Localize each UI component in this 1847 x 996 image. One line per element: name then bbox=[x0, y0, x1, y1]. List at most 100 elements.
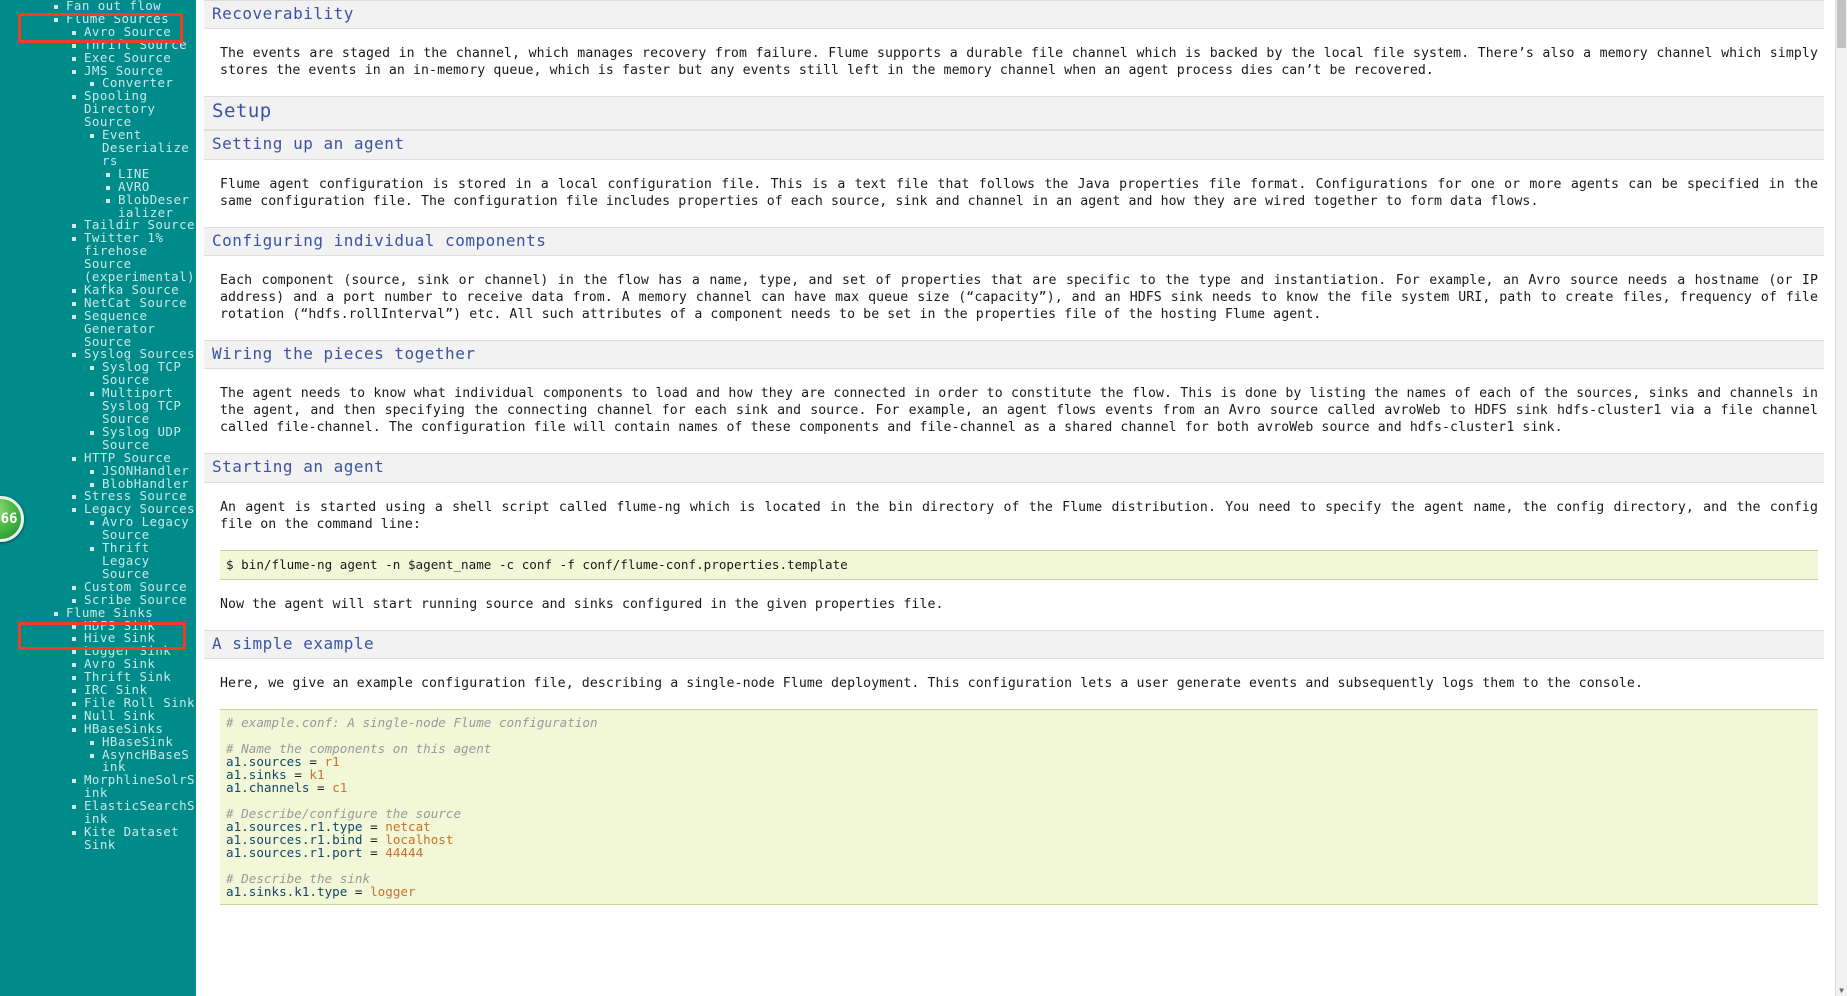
paragraph-setting-up-an-agent: Flume agent configuration is stored in a… bbox=[220, 176, 1818, 209]
content-inner: Recoverability The events are staged in … bbox=[196, 0, 1836, 906]
bullet-icon bbox=[72, 353, 76, 358]
bullet-icon bbox=[54, 5, 58, 9]
main-content: Recoverability The events are staged in … bbox=[196, 0, 1836, 996]
code-config-value: c1 bbox=[332, 780, 348, 796]
vertical-scrollbar[interactable]: ▲ ▼ bbox=[1835, 0, 1847, 996]
scroll-down-arrow-icon[interactable]: ▼ bbox=[1836, 985, 1847, 996]
bullet-icon bbox=[72, 598, 76, 603]
paragraph-wiring-the-pieces-together: The agent needs to know what individual … bbox=[220, 386, 1818, 436]
bullet-icon bbox=[90, 469, 94, 474]
bullet-icon bbox=[106, 185, 110, 190]
sidebar-item-avro-legacy-source[interactable]: Avro Legacy Source bbox=[0, 514, 196, 543]
sidebar-item-event-deserializers[interactable]: Event Deserializers bbox=[0, 127, 196, 168]
bullet-icon bbox=[72, 56, 76, 61]
code-config-value: logger bbox=[370, 884, 416, 900]
bullet-icon bbox=[54, 17, 58, 22]
sidebar-navigation[interactable]: Fan out flow Flume Sources Avro Source Thri… bbox=[0, 0, 196, 996]
code-config-key: a1.channels bbox=[226, 780, 310, 796]
sidebar-item-label: Thrift Legacy Source bbox=[102, 540, 150, 581]
heading-wiring-the-pieces-together: Wiring the pieces together bbox=[204, 340, 1824, 370]
bullet-icon bbox=[72, 689, 76, 694]
code-comment-line: # example.conf: A single-node Flume conf… bbox=[226, 715, 598, 731]
sidebar-item-label: Kite Dataset Sink bbox=[84, 824, 180, 852]
code-config-operator: = bbox=[347, 884, 371, 900]
sidebar-item-syslog-tcp-source[interactable]: Syslog TCP Source bbox=[0, 360, 196, 387]
sidebar-item-blobdeserializer[interactable]: BlobDeserializer bbox=[0, 191, 196, 220]
code-block-start-command[interactable]: $ bin/flume-ng agent -n $agent_name -c c… bbox=[220, 549, 1818, 580]
bullet-icon bbox=[72, 237, 76, 242]
sidebar-item-label: Avro Legacy Source bbox=[102, 514, 190, 543]
sidebar-item-syslog-udp-source[interactable]: Syslog UDP Source bbox=[0, 425, 196, 452]
sidebar-item-label: MorphlineSolrSink bbox=[84, 772, 195, 801]
bullet-icon bbox=[90, 482, 94, 487]
code-config-key: a1.sinks.k1.type bbox=[226, 884, 348, 900]
paragraph-after-start-command: Now the agent will start running source … bbox=[220, 596, 944, 612]
paragraph-configuring-individual-components: Each component (source, sink or channel)… bbox=[220, 273, 1818, 323]
bullet-icon bbox=[72, 624, 76, 629]
sidebar-item-label: Event Deserializers bbox=[102, 127, 190, 168]
bullet-icon bbox=[72, 779, 76, 784]
bullet-icon bbox=[106, 198, 110, 203]
bullet-icon bbox=[90, 430, 94, 435]
heading-a-simple-example: A simple example bbox=[204, 629, 1824, 660]
sidebar-nav-list: Fan out flow Flume Sources Avro Source Thri… bbox=[0, 0, 196, 852]
bullet-icon bbox=[72, 301, 76, 306]
bullet-icon bbox=[72, 650, 76, 655]
sidebar-item-thrift-legacy-source[interactable]: Thrift Legacy Source bbox=[0, 540, 196, 581]
bullet-icon bbox=[54, 611, 58, 616]
scrollbar-thumb[interactable] bbox=[1837, 0, 1846, 48]
bullet-icon bbox=[90, 392, 94, 397]
sidebar-item-label: Twitter 1% firehose Source (experimental… bbox=[84, 230, 195, 285]
code-config-operator: = bbox=[362, 845, 386, 861]
sidebar-item-label: ElasticSearchSink bbox=[84, 798, 195, 827]
bullet-icon bbox=[72, 663, 76, 668]
sidebar-item-elasticsearchsink[interactable]: ElasticSearchSink bbox=[0, 798, 196, 827]
sidebar-item-kite-dataset-sink[interactable]: Kite Dataset Sink bbox=[0, 824, 196, 852]
bullet-icon bbox=[72, 637, 76, 642]
bullet-icon bbox=[72, 95, 76, 100]
sidebar-item-morphlinesolrsink[interactable]: MorphlineSolrSink bbox=[0, 772, 196, 801]
heading-configuring-individual-components: Configuring individual components bbox=[204, 226, 1824, 257]
bullet-icon bbox=[72, 714, 76, 719]
code-config-key: a1.sources.r1.port bbox=[226, 845, 363, 861]
sidebar-item-label: Sequence Generator Source bbox=[84, 307, 156, 349]
bullet-icon bbox=[72, 69, 76, 74]
code-block-example-config[interactable]: # example.conf: A single-node Flume conf… bbox=[220, 709, 1818, 906]
code-config-value: r1 bbox=[324, 754, 340, 770]
sidebar-item-label: AsyncHBaseSink bbox=[102, 746, 190, 775]
bullet-icon bbox=[90, 134, 94, 139]
badge-count-label: 66 bbox=[0, 511, 18, 527]
bullet-icon bbox=[72, 314, 76, 319]
bullet-icon bbox=[72, 288, 76, 293]
bullet-icon bbox=[90, 82, 94, 87]
bullet-icon bbox=[72, 43, 76, 48]
sidebar-item-line[interactable]: LINE bbox=[0, 167, 196, 181]
heading-recoverability: Recoverability bbox=[204, 0, 1824, 30]
sidebar-item-sequence-generator-source[interactable]: Sequence Generator Source bbox=[0, 307, 196, 349]
sidebar-item-asynchbasesink[interactable]: AsyncHBaseSink bbox=[0, 746, 196, 775]
bullet-icon bbox=[90, 521, 94, 526]
sidebar-item-spooling-directory-source[interactable]: Spooling Directory Source bbox=[0, 88, 196, 130]
bullet-icon bbox=[72, 30, 76, 35]
bullet-icon bbox=[72, 456, 76, 461]
sidebar-item-label: BlobDeserializer bbox=[118, 191, 190, 220]
bullet-icon bbox=[90, 547, 94, 552]
code-config-operator: = bbox=[309, 780, 333, 796]
bullet-icon bbox=[90, 753, 94, 758]
paragraph-recoverability: The events are staged in the channel, wh… bbox=[220, 46, 1818, 79]
paragraph-a-simple-example: Here, we give an example configuration f… bbox=[220, 676, 1643, 692]
bullet-icon bbox=[72, 831, 76, 835]
bullet-icon bbox=[72, 676, 76, 681]
sidebar-item-multiport-syslog-tcp-source[interactable]: Multiport Syslog TCP Source bbox=[0, 386, 196, 426]
page-root: Fan out flow Flume Sources Avro Source Thri… bbox=[0, 0, 1847, 996]
bullet-icon bbox=[72, 805, 76, 810]
bullet-icon bbox=[72, 508, 76, 513]
sidebar-item-twitter-1-firehose-source-experimental[interactable]: Twitter 1% firehose Source (experimental… bbox=[0, 230, 196, 285]
sidebar-item-label: Spooling Directory Source bbox=[84, 88, 156, 130]
bullet-icon bbox=[72, 701, 76, 706]
bullet-icon bbox=[90, 366, 94, 371]
heading-setup: Setup bbox=[204, 96, 1824, 131]
heading-setting-up-an-agent: Setting up an agent bbox=[204, 130, 1824, 160]
